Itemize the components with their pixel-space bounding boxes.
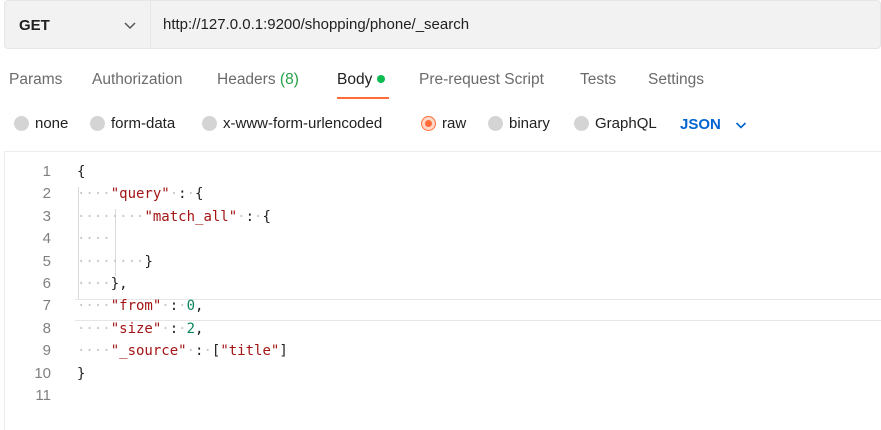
tab-headers[interactable]: Headers (8)	[217, 71, 299, 89]
radio-none[interactable]: none	[14, 115, 68, 132]
line-number: 2	[42, 185, 51, 203]
code-line: ····	[77, 231, 111, 248]
active-tab-underline	[337, 97, 389, 99]
radio-circle	[14, 116, 29, 131]
code-line: ····"_source"·:·["title"]	[77, 343, 288, 360]
line-number: 7	[42, 297, 51, 315]
code-editor[interactable]: 1 {2 ····"query"·:·{ 3 ········"match_all"·:…	[4, 151, 881, 430]
method-select[interactable]: GET	[5, 1, 151, 48]
tab-body-label: Body	[337, 71, 373, 88]
request-tabs: Params Authorization Headers (8) Body Pr…	[0, 66, 881, 100]
radio-circle	[202, 116, 217, 131]
radio-form-data[interactable]: form-data	[90, 115, 175, 132]
radio-label: x-www-form-urlencoded	[223, 115, 383, 132]
body-indicator-dot	[377, 75, 386, 83]
code-line: }	[77, 365, 86, 382]
tab-body[interactable]: Body	[337, 71, 386, 89]
line-number: 1	[42, 163, 51, 180]
language-select[interactable]: JSON	[680, 116, 747, 133]
line-number: 11	[35, 387, 51, 404]
code-line: ····},	[77, 276, 128, 292]
radio-raw[interactable]: raw	[421, 115, 466, 132]
radio-circle	[574, 116, 589, 131]
language-label: JSON	[680, 116, 721, 133]
radio-label: none	[35, 115, 69, 132]
radio-binary[interactable]: binary	[488, 115, 550, 132]
radio-circle	[90, 116, 105, 131]
code-line: ········"match_all"·:·{	[77, 208, 271, 225]
line-number: 5	[42, 252, 51, 270]
line-number: 4	[42, 230, 51, 248]
line-number: 8	[42, 319, 51, 337]
method-label: GET	[19, 17, 50, 34]
tab-tests[interactable]: Tests	[580, 71, 616, 89]
code-line: ····"query"·:·{	[77, 186, 204, 203]
headers-count: (8)	[279, 71, 299, 88]
tab-authorization[interactable]: Authorization	[92, 71, 182, 89]
code-line: {	[77, 164, 86, 180]
radio-label: raw	[442, 115, 467, 132]
url-input[interactable]: http://127.0.0.1:9200/shopping/phone/_se…	[163, 16, 469, 33]
radio-label: form-data	[111, 115, 176, 132]
tab-pre-request-script[interactable]: Pre-request Script	[419, 71, 544, 89]
tab-params[interactable]: Params	[9, 71, 62, 89]
line-number: 10	[34, 364, 51, 382]
radio-circle-selected	[421, 116, 436, 131]
radio-x-www-form-urlencoded[interactable]: x-www-form-urlencoded	[202, 115, 382, 132]
code-line: ····"size"·:·2,	[77, 320, 204, 337]
tab-headers-label: Headers	[217, 71, 276, 88]
request-url-bar: GET http://127.0.0.1:9200/shopping/phone…	[4, 0, 881, 49]
radio-circle	[488, 116, 503, 131]
radio-label: GraphQL	[595, 115, 657, 132]
code-line: ····"from"·:·0,	[77, 298, 204, 315]
tab-settings[interactable]: Settings	[648, 71, 704, 89]
radio-label: binary	[509, 115, 550, 132]
line-number: 3	[42, 207, 51, 225]
chevron-down-icon	[124, 22, 136, 30]
radio-graphql[interactable]: GraphQL	[574, 115, 657, 132]
chevron-down-icon	[735, 121, 746, 129]
line-number: 9	[42, 342, 51, 360]
body-type-radio-group: none form-data x-www-form-urlencoded raw…	[0, 112, 881, 140]
code-line: ········}	[77, 253, 153, 270]
line-number: 6	[42, 275, 51, 292]
